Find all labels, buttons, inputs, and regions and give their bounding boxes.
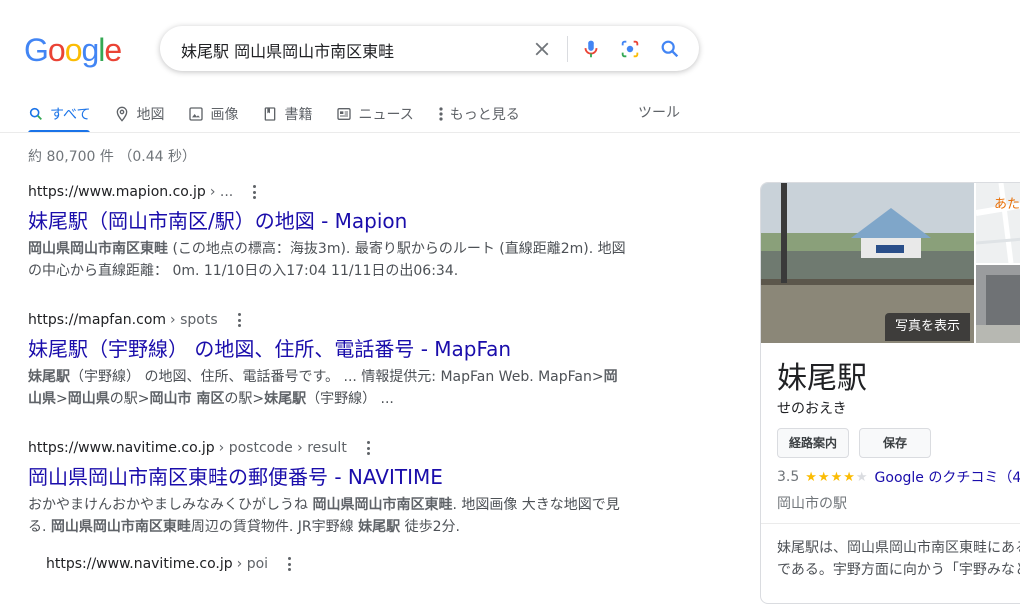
tab-more[interactable]: もっと見る [438,96,520,132]
search-input[interactable]: 妹尾駅 岡山県岡山市南区東畦 [181,38,394,62]
search-box[interactable]: 妹尾駅 岡山県岡山市南区東畦 [160,26,699,71]
kp-rating: 3.5 ★★★★★ Google のクチコミ（43 [777,467,1020,487]
kp-description-line: である。宇野方面に向かう「宇野みなと [777,562,1020,578]
logo-letter: e [104,32,122,68]
directions-button[interactable]: 経路案内 [777,428,849,458]
result-url-line: https://www.mapion.co.jp › ... [28,184,628,200]
result-breadcrumb: › spots [170,312,218,328]
result-title-link[interactable]: 妹尾駅（宇野線） の地図、住所、電話番号 - MapFan [28,336,628,362]
result-snippet: おかやまけんおかやましみなみくひがしうね 岡山県岡山市南区東畦. 地図画像 大き… [28,497,620,535]
kp-description-line: 妹尾駅は、岡山県岡山市南区東畦にある [777,540,1020,556]
kp-type: 岡山市の駅 [777,496,847,512]
google-logo[interactable]: Google [24,30,122,70]
search-icon [29,107,42,120]
image-icon [189,107,204,121]
tab-label: もっと見る [449,107,520,123]
tab-books[interactable]: 書籍 [262,96,312,132]
search-icon[interactable] [659,38,681,60]
search-result: https://www.mapion.co.jp › ... 妹尾駅（岡山市南区… [28,184,628,282]
logo-letter: o [47,32,66,68]
kp-subtitle: せのおえき [777,401,847,417]
more-options-icon[interactable] [366,441,371,455]
result-stats: 約 80,700 件 （0.44 秒） [28,149,196,165]
tabs-divider [0,132,1020,133]
more-options-icon[interactable] [288,557,292,571]
kp-divider [761,523,1020,524]
station-photo[interactable]: 写真を表示 [761,183,974,343]
rating-value: 3.5 [777,469,800,485]
logo-letter: G [24,32,49,68]
tab-maps[interactable]: 地図 [114,96,164,132]
tab-label: すべて [50,107,91,123]
more-options-icon[interactable] [237,313,242,327]
result-breadcrumb: › poi [236,556,269,572]
result-snippet: 岡山県岡山市南区東畦 (この地点の標高：海抜3m). 最寄り駅からのルート (直… [28,241,626,279]
result-url-line: https://www.navitime.co.jp › postcode › … [28,440,628,456]
result-url[interactable]: https://www.navitime.co.jp [28,440,215,456]
logo-letter: o [64,32,83,68]
kp-title: 妹尾駅 [777,361,867,396]
result-url[interactable]: https://mapfan.com [28,312,166,328]
result-breadcrumb: › postcode › result [218,440,347,456]
more-options-icon[interactable] [253,185,257,199]
tab-label: ニュース [358,107,414,123]
map-label: あた [994,197,1020,212]
map-pin-icon [117,106,128,122]
show-photos-button[interactable]: 写真を表示 [885,313,971,341]
tab-label: 地図 [136,107,165,123]
result-title-link[interactable]: 妹尾駅（岡山市南区/駅）の地図 - Mapion [28,208,628,234]
result-url-line: https://www.navitime.co.jp › poi [46,556,646,572]
tab-news[interactable]: ニュース [336,96,414,132]
search-divider [567,36,568,62]
knowledge-panel: 写真を表示 あた 妹尾駅 せのおえき 経路案内 保存 3.5 ★★★★★ Goo… [760,182,1020,604]
search-result: https://mapfan.com › spots 妹尾駅（宇野線） の地図、… [28,312,628,410]
search-result: https://www.navitime.co.jp › poi [46,556,646,572]
clear-icon[interactable] [531,38,553,60]
rating-stars-icon: ★★★★★ [805,469,869,485]
tab-all[interactable]: すべて [28,96,91,133]
result-url-line: https://mapfan.com › spots [28,312,628,328]
result-title-link[interactable]: 岡山県岡山市南区東畦の郵便番号 - NAVITIME [28,464,628,490]
tab-label: 書籍 [284,107,313,123]
microphone-icon[interactable] [580,38,602,60]
result-url[interactable]: https://www.navitime.co.jp [46,556,233,572]
result-url[interactable]: https://www.mapion.co.jp [28,184,206,200]
news-icon [337,108,352,120]
search-result: https://www.navitime.co.jp › postcode › … [28,440,628,538]
tab-images[interactable]: 画像 [188,96,238,132]
book-icon [265,107,276,121]
logo-letter: g [81,32,99,68]
kp-description: 妹尾駅は、岡山県岡山市南区東畦にある である。宇野方面に向かう「宇野みなと [777,537,1020,581]
result-snippet: 妹尾駅（宇野線） の地図、住所、電話番号です。 ... 情報提供元: MapFa… [28,369,618,407]
result-breadcrumb: › ... [209,184,234,200]
camera-lens-icon[interactable] [619,38,641,60]
map-thumbnail[interactable]: あた [976,183,1020,263]
more-vertical-icon [439,107,443,121]
station-photo-2[interactable] [976,265,1020,343]
reviews-link[interactable]: Google のクチコミ（43 [875,467,1020,487]
tab-label: 画像 [210,107,239,123]
save-button[interactable]: 保存 [859,428,931,458]
tools-button[interactable]: ツール [638,102,680,122]
search-tabs: すべて 地図 画像 書籍 ニュース もっと見る [28,96,544,133]
